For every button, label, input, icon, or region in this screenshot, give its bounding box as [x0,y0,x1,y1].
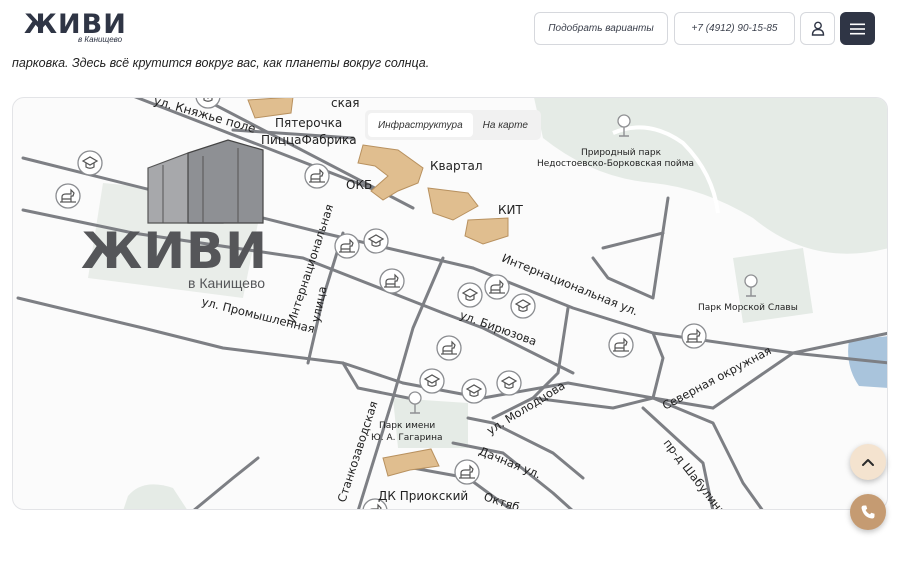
chevron-up-icon [862,459,874,466]
site-logo[interactable]: ЖИВИ в Канищево [24,10,134,46]
map-label-park-nedostoevsko-2: Недостоевско-Борковская пойма [537,159,694,169]
map-label-kvartal: Квартал [430,159,483,173]
map-label-okb: ОКБ [346,178,372,192]
kindergarten-icon[interactable] [334,233,360,259]
school-icon[interactable] [77,150,103,176]
tab-infrastructure[interactable]: Инфраструктура [368,113,473,137]
map-label-dk-priokskiy: ДК Приокский [378,489,468,503]
hamburger-icon [850,23,865,34]
map-label-molodtsova: ул. Молодцова [484,378,567,437]
map-label-gagarin-park-1: Парк имени [379,421,435,431]
map-logo-wordmark: ЖИВИ [81,222,268,280]
map-logo-subtitle: в Канищево [188,275,265,291]
map-label-pizza-fabrika: ПиццаФабрика [261,133,357,147]
kindergarten-icon[interactable] [304,163,330,189]
map-label-park-nedostoevsko-1: Природный парк [581,148,662,158]
school-icon[interactable] [419,368,445,394]
kindergarten-icon[interactable] [379,268,405,294]
infrastructure-map[interactable]: Инфраструктура На карте ЖИВИ в Канищево … [12,97,888,510]
school-icon[interactable] [496,370,522,396]
school-icon[interactable] [457,282,483,308]
kindergarten-icon[interactable] [454,459,480,485]
kindergarten-icon[interactable] [608,332,634,358]
map-label-kit: КИТ [498,203,523,217]
school-icon[interactable] [461,378,487,404]
logo-subtitle: в Канищево [78,35,123,44]
map-label-stankozavodskaya: Станкозаводская [335,399,381,504]
school-icon[interactable] [363,228,389,254]
scroll-up-button[interactable] [850,444,886,480]
map-canvas[interactable]: ЖИВИ в Канищево ская ул. Княжье поле Пят… [13,98,888,510]
school-icon[interactable] [510,293,536,319]
header: ЖИВИ в Канищево Подобрать варианты +7 (4… [0,0,900,58]
map-label-park-morskoy-slavy: Парк Морской Славы [698,303,798,313]
map-label-pyaterochka: Пятерочка [275,116,342,130]
tab-on-map[interactable]: На карте [473,113,538,137]
map-tabs: Инфраструктура На карте [365,110,541,140]
map-label-shabulina: пр-д Шабулина [661,436,729,510]
intro-text: парковка. Здесь всё крутится вокруг вас,… [12,56,430,70]
map-label-top-fragment: ская [331,98,359,110]
map-label-dachnaya: Дачная ул. [477,444,543,482]
map-label-gagarin-park-2: Ю. А. Гагарина [371,433,443,443]
account-button[interactable] [800,12,835,45]
pick-options-button[interactable]: Подобрать варианты [534,12,668,45]
call-button[interactable] [850,494,886,530]
phone-icon [861,505,875,519]
phone-button[interactable]: +7 (4912) 90-15-85 [674,12,795,45]
menu-button[interactable] [840,12,875,45]
user-icon [811,21,824,36]
kindergarten-icon[interactable] [436,335,462,361]
kindergarten-icon[interactable] [484,274,510,300]
kindergarten-icon[interactable] [55,183,81,209]
kindergarten-icon[interactable] [681,323,707,349]
map-label-ulitsa: улица [308,285,329,324]
map-label-oktyabr: Октяб [482,490,521,510]
